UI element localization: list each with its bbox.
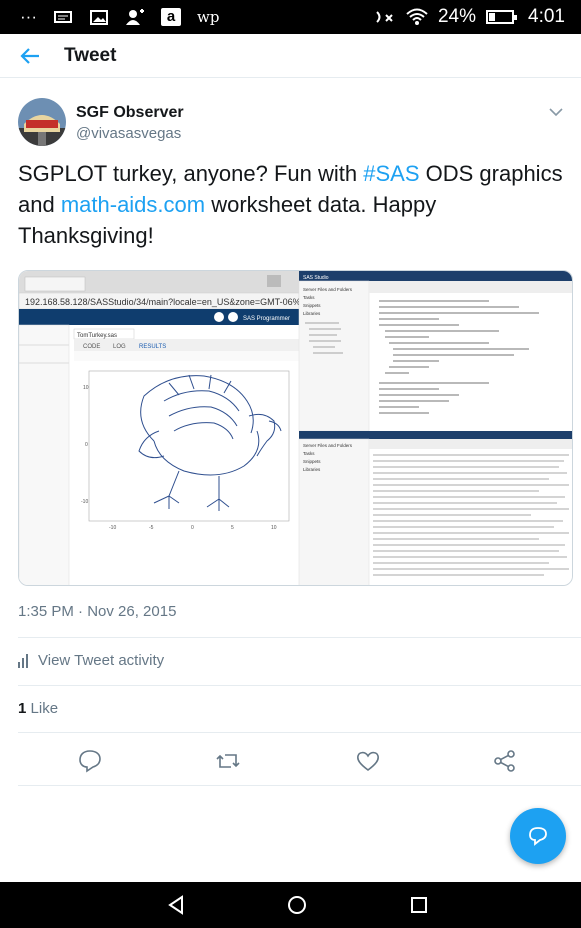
xtick-5: 5 bbox=[231, 525, 234, 531]
subtab-log: LOG bbox=[113, 344, 126, 350]
view-tweet-activity[interactable]: View Tweet activity bbox=[18, 652, 164, 669]
battery-icon bbox=[486, 10, 518, 24]
like-heart-icon[interactable] bbox=[355, 748, 381, 774]
likes-number: 1 bbox=[18, 700, 27, 717]
battery-percent: 24% bbox=[437, 6, 477, 27]
svg-text:Server Files and Folders: Server Files and Folders bbox=[303, 287, 353, 292]
author-handle[interactable]: @vivasasvegas bbox=[76, 125, 184, 142]
tweet-text-part1: SGPLOT turkey, anyone? Fun with bbox=[18, 161, 364, 186]
author-name[interactable]: SGF Observer bbox=[76, 104, 184, 122]
svg-text:Libraries: Libraries bbox=[303, 311, 321, 316]
xtick-neg10: -10 bbox=[109, 525, 116, 531]
svg-text:Snippets: Snippets bbox=[303, 459, 321, 464]
wp-icon: wp bbox=[196, 8, 220, 26]
reply-bubble-icon bbox=[529, 827, 547, 846]
xtick-10: 10 bbox=[271, 525, 277, 531]
subtab-results: RESULTS bbox=[139, 344, 166, 350]
clock: 4:01 bbox=[528, 6, 565, 27]
photo-icon bbox=[89, 10, 108, 25]
back-arrow-icon bbox=[20, 47, 39, 64]
add-person-icon bbox=[125, 9, 144, 25]
tweet-actions bbox=[0, 740, 581, 780]
reply-icon[interactable] bbox=[77, 748, 103, 774]
ytick-10: 10 bbox=[83, 385, 89, 391]
hashtag-sas[interactable]: #SAS bbox=[363, 161, 419, 186]
status-left-icons: ··· a wp bbox=[20, 7, 219, 27]
top-bar: Tweet bbox=[0, 34, 581, 78]
likes-label: Like bbox=[30, 700, 59, 717]
sas-studio-title: SAS Studio bbox=[303, 275, 329, 281]
chevron-down-icon bbox=[549, 108, 563, 117]
svg-text:Tasks: Tasks bbox=[303, 295, 315, 300]
divider bbox=[18, 685, 581, 686]
vibrate-off-icon bbox=[376, 11, 393, 23]
tweet-timestamp: 1:35 PM · Nov 26, 2015 bbox=[18, 603, 177, 620]
compose-reply-button[interactable] bbox=[510, 808, 566, 864]
retweet-icon[interactable] bbox=[215, 748, 241, 774]
home-circle-icon[interactable] bbox=[286, 894, 308, 916]
author-text: SGF Observer @vivasasvegas bbox=[76, 98, 184, 142]
tweet-media-image[interactable]: 192.168.58.128/SASStudio/34/main?locale=… bbox=[18, 270, 573, 586]
status-bar: ··· a wp 24% 4:01 bbox=[0, 0, 581, 34]
sas-programmer-label: SAS Programmer bbox=[243, 316, 290, 322]
ytick-neg10: -10 bbox=[81, 499, 88, 505]
android-nav-bar bbox=[0, 882, 581, 928]
share-icon[interactable] bbox=[492, 748, 518, 774]
divider bbox=[18, 732, 581, 733]
xtick-neg5: -5 bbox=[149, 525, 154, 531]
tweet-text: SGPLOT turkey, anyone? Fun with #SAS ODS… bbox=[18, 158, 563, 251]
sas-studio-screenshot: 192.168.58.128/SASStudio/34/main?locale=… bbox=[19, 271, 572, 585]
svg-text:Tasks: Tasks bbox=[303, 451, 315, 456]
page-title: Tweet bbox=[64, 44, 117, 66]
svg-text:Server Files and Folders: Server Files and Folders bbox=[303, 443, 353, 448]
recents-square-icon[interactable] bbox=[408, 894, 430, 916]
tweet-author: SGF Observer @vivasasvegas bbox=[18, 98, 563, 146]
divider bbox=[18, 637, 581, 638]
file-tab: TomTurkey.sas bbox=[77, 333, 117, 339]
xtick-0: 0 bbox=[191, 525, 194, 531]
activity-icon bbox=[18, 653, 28, 668]
wifi-icon bbox=[406, 8, 428, 25]
avatar-image bbox=[18, 98, 66, 146]
back-triangle-icon[interactable] bbox=[165, 894, 187, 916]
ytick-0: 0 bbox=[85, 442, 88, 448]
view-tweet-activity-label: View Tweet activity bbox=[38, 652, 165, 669]
likes-count[interactable]: 1 Like bbox=[18, 700, 58, 717]
browser-url: 192.168.58.128/SASStudio/34/main?locale=… bbox=[25, 297, 338, 307]
amazon-icon: a bbox=[160, 8, 181, 26]
status-right: 24% 4:01 bbox=[374, 6, 565, 28]
more-options-button[interactable] bbox=[549, 98, 563, 122]
cast-icon bbox=[53, 11, 72, 23]
svg-text:Libraries: Libraries bbox=[303, 467, 321, 472]
divider bbox=[18, 785, 581, 786]
avatar[interactable] bbox=[18, 98, 66, 146]
subtab-code: CODE bbox=[83, 344, 100, 350]
back-button[interactable] bbox=[0, 47, 60, 65]
link-math-aids[interactable]: math-aids.com bbox=[61, 192, 205, 217]
more-icon: ··· bbox=[20, 7, 37, 26]
svg-text:Snippets: Snippets bbox=[303, 303, 321, 308]
